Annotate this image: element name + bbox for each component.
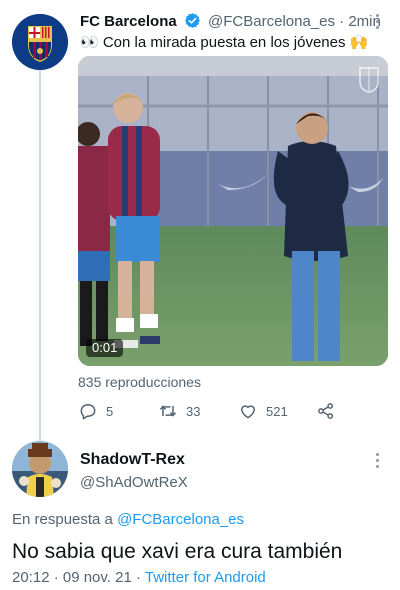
tweet-actions: 5 33 521 — [78, 400, 348, 422]
handle[interactable]: @FCBarcelona_es — [208, 13, 335, 30]
share-icon — [318, 403, 334, 419]
tweet-timestamp[interactable]: 20:12 · 09 nov. 21 — [12, 569, 132, 586]
fc-barcelona-avatar[interactable] — [12, 14, 68, 70]
reply-display-name[interactable]: ShadowT-Rex — [80, 450, 185, 470]
tweet-text: 👀 Con la mirada puesta en los jóvenes 🙌 — [80, 34, 369, 51]
shadowtrex-avatar[interactable] — [12, 441, 68, 497]
tweet-footer: 20:12 · 09 nov. 21 · Twitter for Android — [12, 569, 266, 587]
fc-barcelona-crest-icon — [12, 14, 68, 70]
display-name[interactable]: FC Barcelona — [80, 13, 177, 30]
video-frame — [78, 56, 388, 366]
reply-handle[interactable]: @ShAdOwtReX — [80, 474, 188, 492]
thread-line — [39, 70, 41, 445]
reply-prefix: En respuesta a — [12, 511, 113, 528]
like-count: 521 — [266, 403, 288, 419]
video-player[interactable]: 0:01 — [78, 56, 388, 366]
reply-button[interactable]: 5 — [78, 400, 113, 422]
verified-badge-icon — [184, 13, 200, 28]
reply-context: En respuesta a @FCBarcelona_es — [12, 511, 244, 529]
reply-target-link[interactable]: @FCBarcelona_es — [117, 511, 244, 528]
retweet-button[interactable]: 33 — [158, 400, 200, 422]
shadowtrex-avatar-icon — [12, 441, 68, 497]
reply-tweet-text: No sabia que xavi era cura también — [12, 540, 343, 563]
retweet-icon — [159, 405, 177, 417]
share-button[interactable] — [316, 400, 336, 422]
footer-separator: · — [135, 569, 141, 586]
reply-icon — [80, 404, 96, 420]
reply-count: 5 — [106, 403, 114, 419]
more-options-icon[interactable] — [376, 14, 379, 32]
separator: · — [339, 13, 345, 30]
video-duration: 0:01 — [86, 339, 124, 357]
like-button[interactable]: 521 — [238, 400, 288, 422]
view-count: 835 reproducciones — [78, 374, 201, 390]
client-link[interactable]: Twitter for Android — [145, 569, 266, 586]
retweet-count: 33 — [186, 403, 201, 419]
more-options-icon[interactable] — [376, 453, 382, 469]
heart-icon — [241, 405, 255, 419]
original-tweet-header: FC Barcelona @FCBarcelona_es · 2min — [80, 12, 381, 32]
